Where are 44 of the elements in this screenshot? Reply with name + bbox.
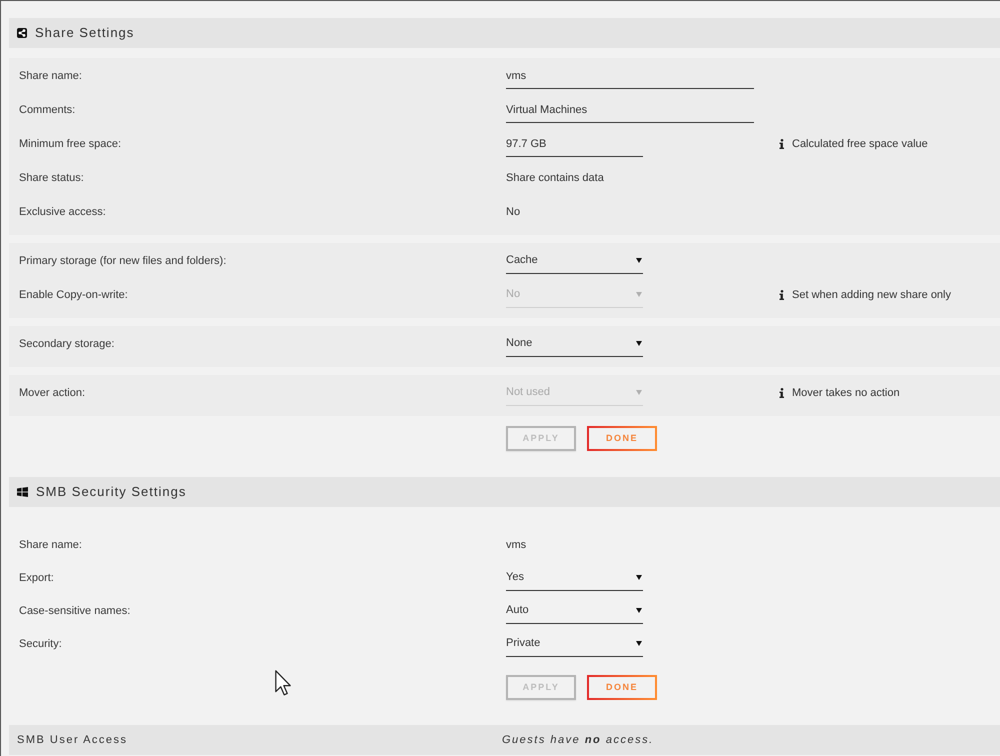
caret-icon xyxy=(636,608,642,613)
field-label: Share status: xyxy=(19,170,85,186)
hint-text: Set when adding new share only xyxy=(792,288,951,303)
field-label: Security: xyxy=(19,636,63,652)
field-label: Share name: xyxy=(19,68,83,84)
caret-icon xyxy=(636,641,642,646)
mouse-pointer-icon xyxy=(275,670,291,696)
hint-text: Mover takes no action xyxy=(792,386,900,401)
field-value: vms xyxy=(506,538,526,553)
info-icon xyxy=(779,388,784,398)
caret-icon xyxy=(636,258,642,263)
field-label: Share name: xyxy=(19,538,83,553)
field-value: Share contains data xyxy=(506,170,604,186)
field-label: Secondary storage: xyxy=(19,336,116,352)
field-label: Primary storage (for new files and folders): xyxy=(19,254,228,269)
caret-icon xyxy=(636,575,642,580)
info-icon xyxy=(779,139,784,149)
windows-logo-icon xyxy=(17,487,28,497)
text-input[interactable]: vms xyxy=(506,63,754,89)
caret-icon xyxy=(636,341,642,346)
field-label: Exclusive access: xyxy=(19,204,107,220)
hint-text: Calculated free space value xyxy=(792,136,928,152)
field-value: No xyxy=(506,204,520,220)
access-note: Guests have no access. xyxy=(502,732,655,748)
section-title: Share Settings xyxy=(35,24,134,42)
dropdown[interactable]: None xyxy=(506,331,643,357)
dropdown[interactable]: Private xyxy=(506,631,643,657)
info-icon xyxy=(779,290,784,300)
dropdown[interactable]: Yes xyxy=(506,565,643,591)
field-label: Minimum free space: xyxy=(19,136,122,152)
field-label: Case-sensitive names: xyxy=(19,604,132,619)
caret-icon xyxy=(636,390,642,395)
field-label: Mover action: xyxy=(19,386,86,401)
share-icon xyxy=(17,28,27,38)
dropdown[interactable]: Cache xyxy=(506,248,643,274)
section-title: SMB User Access xyxy=(17,732,129,748)
caret-icon xyxy=(636,292,642,297)
text-input[interactable]: Virtual Machines xyxy=(506,97,754,123)
field-label: Comments: xyxy=(19,102,76,118)
field-label: Export: xyxy=(19,570,55,586)
text-input[interactable]: 97.7 GB xyxy=(506,131,643,157)
field-label: Enable Copy-on-write: xyxy=(19,288,129,303)
section-title: SMB Security Settings xyxy=(36,483,186,502)
dropdown[interactable]: Auto xyxy=(506,598,643,624)
